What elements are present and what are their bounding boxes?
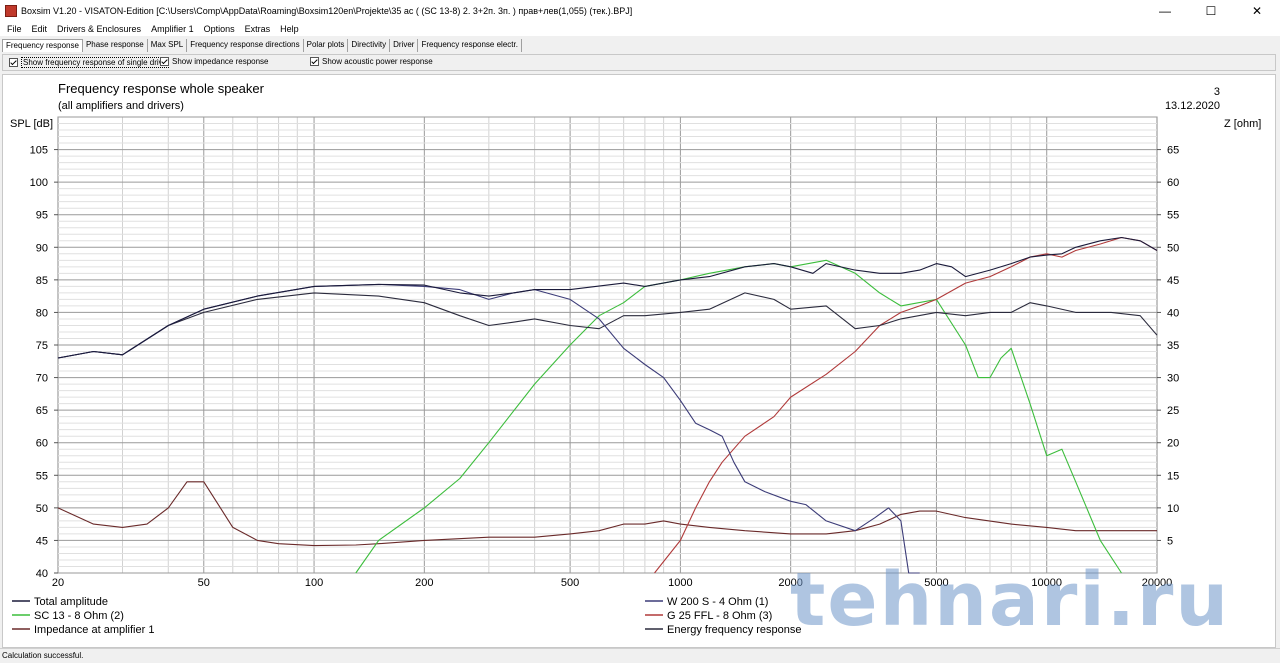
status-bar: Calculation successful.: [0, 648, 1280, 663]
tab-max-spl[interactable]: Max SPL: [148, 39, 188, 52]
minimize-button[interactable]: —: [1142, 0, 1188, 22]
x-tick-label: 10000: [1031, 577, 1062, 589]
y2-tick-label: 40: [1167, 307, 1179, 319]
x-tick-label: 20000: [1142, 577, 1173, 589]
y2-axis-label: Z [ohm]: [1224, 118, 1261, 130]
legend-label: G 25 FFL - 8 Ohm (3): [667, 610, 772, 622]
tab-frequency-response[interactable]: Frequency response: [2, 39, 83, 52]
tab-polar-plots[interactable]: Polar plots: [304, 39, 349, 52]
menu-amplifier[interactable]: Amplifier 1: [146, 24, 199, 34]
view-tabs: Frequency response Phase response Max SP…: [0, 36, 1280, 52]
tab-frequency-response-electr[interactable]: Frequency response electr.: [418, 39, 522, 52]
y2-tick-label: 5: [1167, 535, 1173, 547]
legend-label: Impedance at amplifier 1: [34, 624, 154, 636]
y-tick-label: 70: [36, 373, 48, 385]
menu-options[interactable]: Options: [199, 24, 240, 34]
series-line-2: [57, 481, 1157, 547]
legend-label: Energy frequency response: [667, 624, 802, 636]
impedance-label: Show impedance response: [172, 57, 269, 66]
option-single-drive[interactable]: Show frequency response of single drive: [9, 57, 170, 68]
y2-tick-label: 30: [1167, 373, 1179, 385]
tab-driver[interactable]: Driver: [390, 39, 419, 52]
frequency-response-chart: Frequency response whole speaker (all am…: [10, 81, 1261, 636]
chart-panel: Frequency response whole speaker (all am…: [2, 74, 1276, 648]
y-tick-label: 90: [36, 242, 48, 254]
chart-number: 3: [1214, 86, 1220, 98]
legend-label: Total amplitude: [34, 596, 108, 608]
x-tick-label: 200: [415, 577, 433, 589]
legend-label: SC 13 - 8 Ohm (2): [34, 610, 124, 622]
y-tick-label: 55: [36, 470, 48, 482]
y2-tick-label: 55: [1167, 210, 1179, 222]
y-tick-label: 80: [36, 307, 48, 319]
tab-directivity[interactable]: Directivity: [348, 39, 391, 52]
single-drive-label: Show frequency response of single drive: [21, 57, 170, 68]
option-acoustic-power[interactable]: Show acoustic power response: [310, 57, 433, 66]
acoustic-power-checkbox[interactable]: [310, 57, 319, 66]
x-tick-label: 5000: [924, 577, 948, 589]
title-bar: Boxsim V1.20 - VISATON-Edition [C:\Users…: [0, 0, 1280, 22]
x-tick-label: 1000: [668, 577, 692, 589]
menu-help[interactable]: Help: [275, 24, 304, 34]
y-tick-label: 40: [36, 568, 48, 580]
tab-frequency-response-directions[interactable]: Frequency response directions: [187, 39, 304, 52]
y-tick-label: 60: [36, 438, 48, 450]
window-title: Boxsim V1.20 - VISATON-Edition [C:\Users…: [21, 6, 633, 16]
series-line-0: [57, 236, 1158, 359]
y2-tick-label: 60: [1167, 177, 1179, 189]
chart-subtitle: (all amplifiers and drivers): [58, 100, 184, 112]
y-tick-label: 75: [36, 340, 48, 352]
y-tick-label: 95: [36, 210, 48, 222]
y-tick-label: 45: [36, 535, 48, 547]
x-tick-label: 500: [561, 577, 579, 589]
impedance-checkbox[interactable]: [160, 57, 169, 66]
menu-drivers-enclosures[interactable]: Drivers & Enclosures: [52, 24, 146, 34]
chart-series: [57, 236, 1158, 574]
maximize-button[interactable]: ☐: [1188, 0, 1234, 22]
acoustic-power-label: Show acoustic power response: [322, 57, 433, 66]
single-drive-checkbox[interactable]: [9, 58, 18, 67]
chart-grid: [57, 116, 1158, 574]
menu-extras[interactable]: Extras: [240, 24, 276, 34]
y2-tick-label: 35: [1167, 340, 1179, 352]
series-line-4: [654, 236, 1158, 574]
y2-tick-label: 20: [1167, 438, 1179, 450]
y2-tick-label: 25: [1167, 405, 1179, 417]
chart-legend: Total amplitude SC 13 - 8 Ohm (2) Impedanc…: [12, 596, 802, 636]
status-text: Calculation successful.: [2, 651, 84, 660]
chart-date: 13.12.2020: [1165, 100, 1220, 112]
chart-ticks: 20 50 100 200 500 1000 2000 5000 10000 20000 40 45 5…: [30, 145, 1180, 589]
y-tick-label: 85: [36, 275, 48, 287]
x-tick-label: 50: [198, 577, 210, 589]
y2-tick-label: 15: [1167, 470, 1179, 482]
y-tick-label: 50: [36, 503, 48, 515]
options-bar: Show frequency response of single drive …: [2, 54, 1276, 71]
y2-tick-label: 50: [1167, 242, 1179, 254]
chart-title: Frequency response whole speaker: [58, 81, 265, 96]
x-tick-label: 2000: [778, 577, 802, 589]
tab-phase-response[interactable]: Phase response: [83, 39, 148, 52]
x-tick-label: 20: [52, 577, 64, 589]
close-button[interactable]: ✕: [1234, 0, 1280, 22]
y-tick-label: 100: [30, 177, 48, 189]
y2-tick-label: 65: [1167, 145, 1179, 157]
y2-tick-label: 45: [1167, 275, 1179, 287]
legend-label: W 200 S - 4 Ohm (1): [667, 596, 768, 608]
menu-file[interactable]: File: [2, 24, 27, 34]
y-tick-label: 105: [30, 145, 48, 157]
menu-bar: File Edit Drivers & Enclosures Amplifier…: [0, 22, 1280, 36]
y2-tick-label: 10: [1167, 503, 1179, 515]
menu-edit[interactable]: Edit: [27, 24, 53, 34]
x-tick-label: 100: [305, 577, 323, 589]
boxsim-app-icon[interactable]: [5, 5, 17, 17]
option-impedance[interactable]: Show impedance response: [160, 57, 269, 66]
y-axis-label: SPL [dB]: [10, 118, 53, 130]
y-tick-label: 65: [36, 405, 48, 417]
